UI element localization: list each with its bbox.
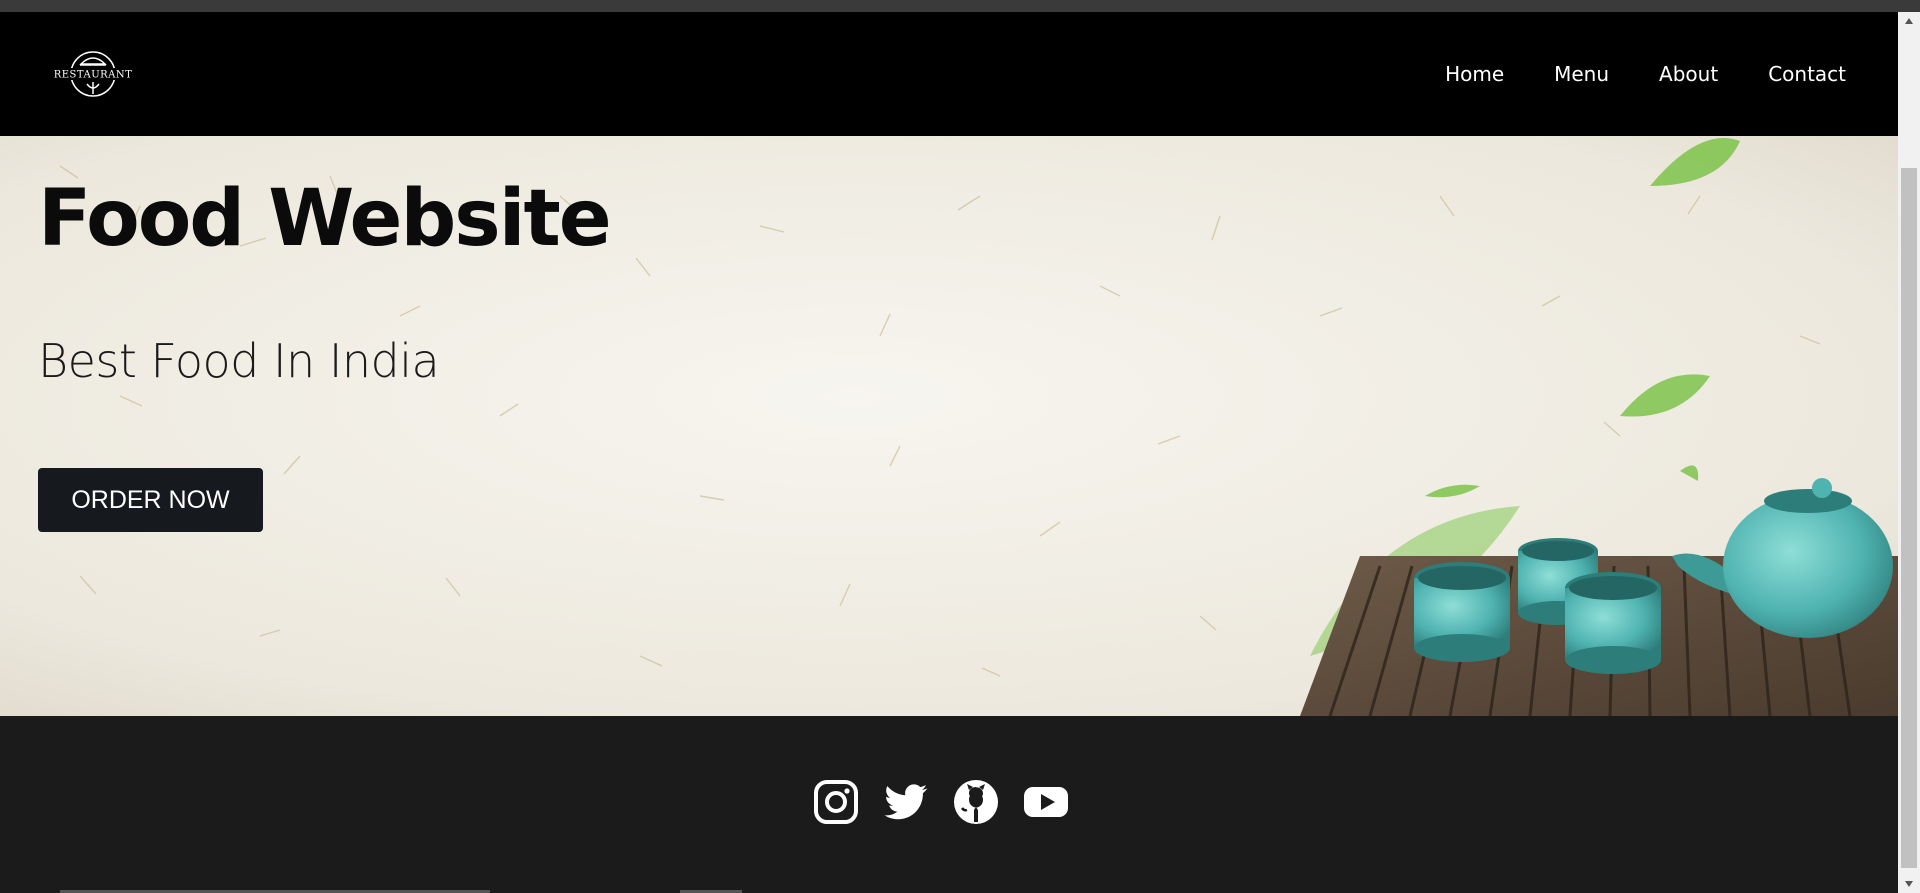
nav-link-contact[interactable]: Contact [1768,62,1846,86]
nav-link-home[interactable]: Home [1445,62,1504,86]
scroll-up-arrow-icon[interactable] [1898,12,1920,30]
hero-subtitle: Best Food In India [38,334,440,388]
nav-link-menu[interactable]: Menu [1554,62,1609,86]
twitter-icon[interactable] [882,778,930,826]
hero-title: Food Website [38,174,612,264]
navbar: RESTAURANT Home Menu About Contact [0,12,1898,136]
footer [0,716,1898,893]
social-links [812,778,1070,826]
github-icon[interactable] [952,778,1000,826]
order-now-button[interactable]: ORDER NOW [38,468,263,532]
main-nav: Home Menu About Contact [1395,12,1846,136]
instagram-icon[interactable] [812,778,860,826]
nav-link-about[interactable]: About [1659,62,1718,86]
browser-top-strip [0,0,1920,12]
restaurant-logo[interactable]: RESTAURANT [54,46,132,102]
hero-section: Food Website Best Food In India ORDER NO… [0,136,1898,716]
logo-text: RESTAURANT [54,70,132,81]
vertical-scrollbar[interactable] [1898,12,1920,893]
scrollbar-thumb[interactable] [1901,168,1917,868]
youtube-icon[interactable] [1022,778,1070,826]
scroll-down-arrow-icon[interactable] [1898,875,1920,893]
